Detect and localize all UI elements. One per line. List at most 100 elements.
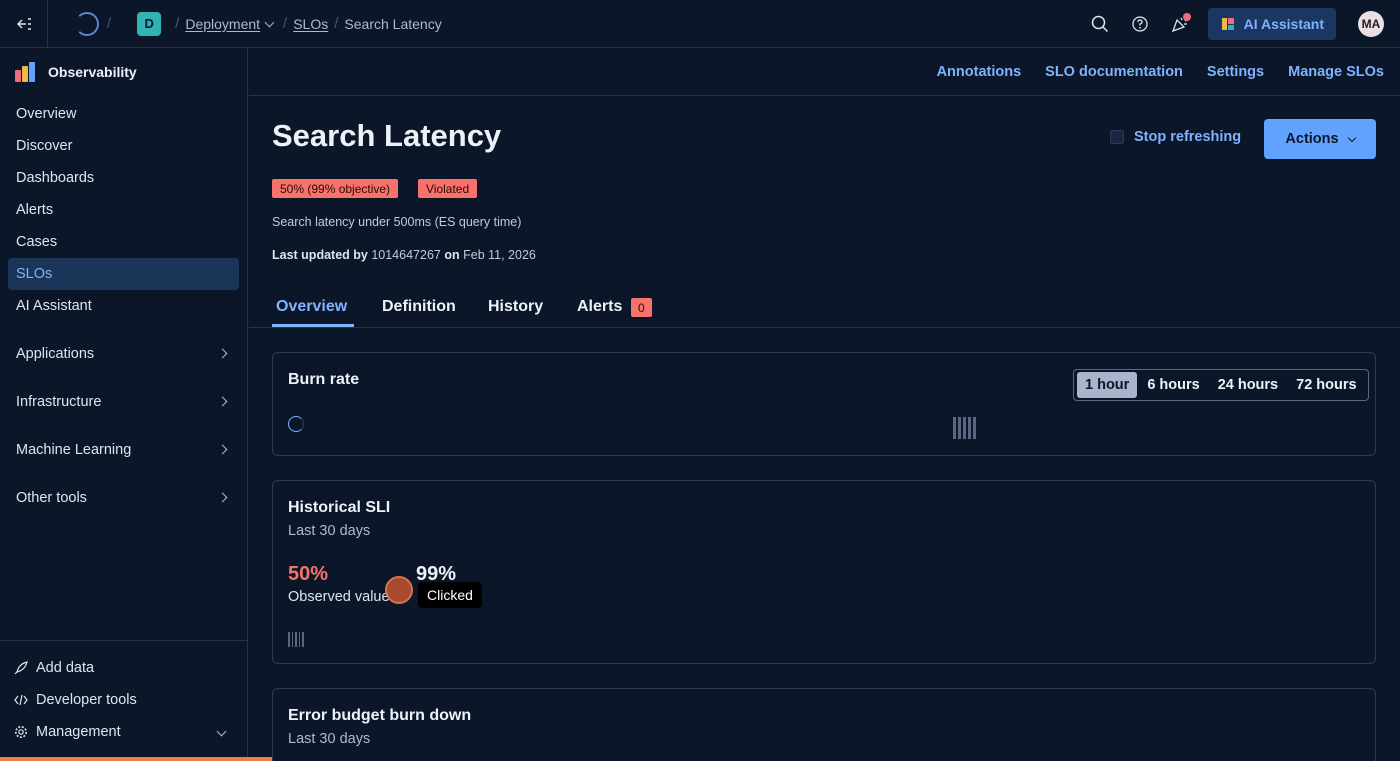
tab-alerts[interactable]: Alerts [577, 298, 622, 316]
sidebar-item-cases[interactable]: Cases [8, 226, 239, 258]
observed-value-label: Observed value [288, 589, 390, 605]
chevron-down-icon[interactable] [216, 726, 227, 737]
slo-documentation-link[interactable]: SLO documentation [1045, 64, 1183, 80]
window-6-hours-button[interactable]: 6 hours [1139, 372, 1207, 398]
sidebar-item-discover[interactable]: Discover [8, 130, 239, 162]
gear-icon [15, 726, 27, 738]
sidebar-item-other-tools[interactable]: Other tools [8, 482, 239, 514]
chart-loading-icon [288, 632, 304, 647]
error-budget-subtitle: Last 30 days [288, 731, 371, 747]
breadcrumb-separator: / [175, 15, 180, 32]
historical-sli-title: Historical SLI [288, 499, 391, 516]
tab-history[interactable]: History [488, 298, 543, 316]
page-header-links: Annotations SLO documentation Settings M… [249, 48, 1400, 96]
breadcrumb-slos[interactable]: SLOs [293, 16, 328, 32]
updated-date: Feb 11, 2026 [463, 248, 536, 262]
help-icon [1131, 16, 1148, 32]
search-icon [1091, 15, 1108, 33]
sidebar-footer-divider [0, 640, 247, 641]
sidebar-item-label: Infrastructure [16, 394, 102, 410]
add-data-label: Add data [36, 660, 95, 676]
deployment-logo-icon[interactable] [75, 11, 99, 36]
chevron-down-icon[interactable] [264, 17, 275, 27]
sidebar-item-alerts[interactable]: Alerts [8, 194, 239, 226]
manage-slos-link[interactable]: Manage SLOs [1288, 64, 1384, 80]
ai-assistant-label: AI Assistant [1243, 16, 1324, 32]
updated-on: on [444, 248, 460, 262]
add-data-button[interactable]: Add data [14, 654, 94, 682]
sidebar-item-label: Machine Learning [16, 442, 132, 458]
sidebar-item-overview[interactable]: Overview [8, 98, 239, 130]
breadcrumb-deployment[interactable]: Deployment [185, 16, 260, 32]
developer-tools-label: Developer tools [36, 692, 137, 708]
last-updated: Last updated by 1014647267 on Feb 11, 20… [272, 248, 536, 262]
observed-value: 50% [288, 563, 329, 585]
burn-rate-panel: Burn rate 1 hour 6 hours 24 hours 72 hou… [272, 352, 1376, 456]
collapse-nav-button[interactable] [0, 0, 48, 48]
alerts-count-badge: 0 [631, 298, 652, 317]
tab-overview[interactable]: Overview [276, 298, 347, 316]
sidebar-item-dashboards[interactable]: Dashboards [8, 162, 239, 194]
slo-description: Search latency under 500ms (ES query tim… [272, 215, 522, 229]
annotations-link[interactable]: Annotations [937, 64, 1022, 80]
window-1-hour-button[interactable]: 1 hour [1077, 372, 1138, 398]
chevron-right-icon [217, 396, 228, 407]
chevron-right-icon [217, 444, 228, 455]
historical-sli-subtitle: Last 30 days [288, 523, 371, 539]
loading-spinner-icon [288, 416, 304, 432]
developer-tools-button[interactable]: Developer tools [14, 686, 137, 714]
tab-bar: Overview Definition History Alerts 0 [249, 290, 1400, 328]
window-72-hours-button[interactable]: 72 hours [1288, 372, 1364, 398]
window-24-hours-button[interactable]: 24 hours [1210, 372, 1286, 398]
user-avatar[interactable]: MA [1358, 11, 1384, 37]
error-budget-title: Error budget burn down [288, 707, 472, 724]
management-label: Management [36, 724, 121, 740]
sidebar-item-label: Other tools [16, 490, 87, 506]
chevron-right-icon [217, 348, 228, 359]
updated-user: 1014647267 [371, 248, 441, 262]
sidebar-item-label: Applications [16, 346, 95, 362]
menu-collapse-icon [16, 17, 31, 30]
sli-objective-badge: 50% (99% objective) [272, 179, 399, 198]
actions-label: Actions [1285, 131, 1339, 147]
top-bar: / D / Deployment / SLOs / Search Latency [0, 0, 1400, 48]
notification-dot [1182, 13, 1191, 21]
management-button[interactable]: Management [14, 718, 121, 746]
chevron-down-icon [1347, 133, 1356, 142]
rocket-icon [14, 661, 28, 675]
sidebar: Observability Overview Discover Dashboar… [0, 48, 350, 761]
click-indicator [385, 576, 413, 604]
burn-rate-window-selector: 1 hour 6 hours 24 hours 72 hours [1073, 369, 1369, 401]
updated-prefix: Last updated by [272, 248, 368, 262]
chevron-right-icon [217, 492, 228, 503]
sidebar-item-infrastructure[interactable]: Infrastructure [8, 386, 239, 418]
news-feed-button[interactable] [1160, 4, 1200, 44]
space-avatar[interactable]: D [137, 11, 162, 36]
ai-assistant-button[interactable]: AI Assistant [1207, 8, 1336, 40]
breadcrumb-separator: / [334, 15, 339, 32]
chart-loading-icon [953, 417, 976, 439]
settings-link[interactable]: Settings [1207, 64, 1264, 80]
tab-definition[interactable]: Definition [382, 298, 456, 316]
code-icon [14, 694, 28, 706]
sidebar-item-slos[interactable]: SLOs [8, 258, 239, 290]
page-title: Search Latency [272, 118, 502, 153]
search-button[interactable] [1080, 4, 1120, 44]
breadcrumb-separator: / [107, 15, 112, 32]
help-button[interactable] [1120, 4, 1160, 44]
burn-rate-title: Burn rate [288, 371, 360, 388]
sidebar-header[interactable]: Observability [0, 48, 247, 96]
sidebar-item-ai-assistant[interactable]: AI Assistant [8, 290, 239, 322]
ai-assistant-logo-icon [1221, 18, 1234, 30]
historical-sli-panel: Historical SLI Last 30 days 50% Observed… [272, 480, 1376, 664]
stop-refreshing-label[interactable]: Stop refreshing [1134, 129, 1241, 145]
observability-logo-icon [15, 62, 35, 82]
stop-refreshing-checkbox[interactable] [1110, 130, 1124, 144]
breadcrumb-separator: / [283, 15, 288, 32]
click-tooltip: Clicked [418, 582, 482, 608]
actions-button[interactable]: Actions [1264, 119, 1376, 159]
sidebar-item-applications[interactable]: Applications [8, 338, 239, 370]
stop-refreshing-toggle[interactable]: Stop refreshing [1110, 129, 1241, 145]
sidebar-item-machine-learning[interactable]: Machine Learning [8, 434, 239, 466]
error-budget-panel: Error budget burn down Last 30 days [272, 688, 1376, 761]
